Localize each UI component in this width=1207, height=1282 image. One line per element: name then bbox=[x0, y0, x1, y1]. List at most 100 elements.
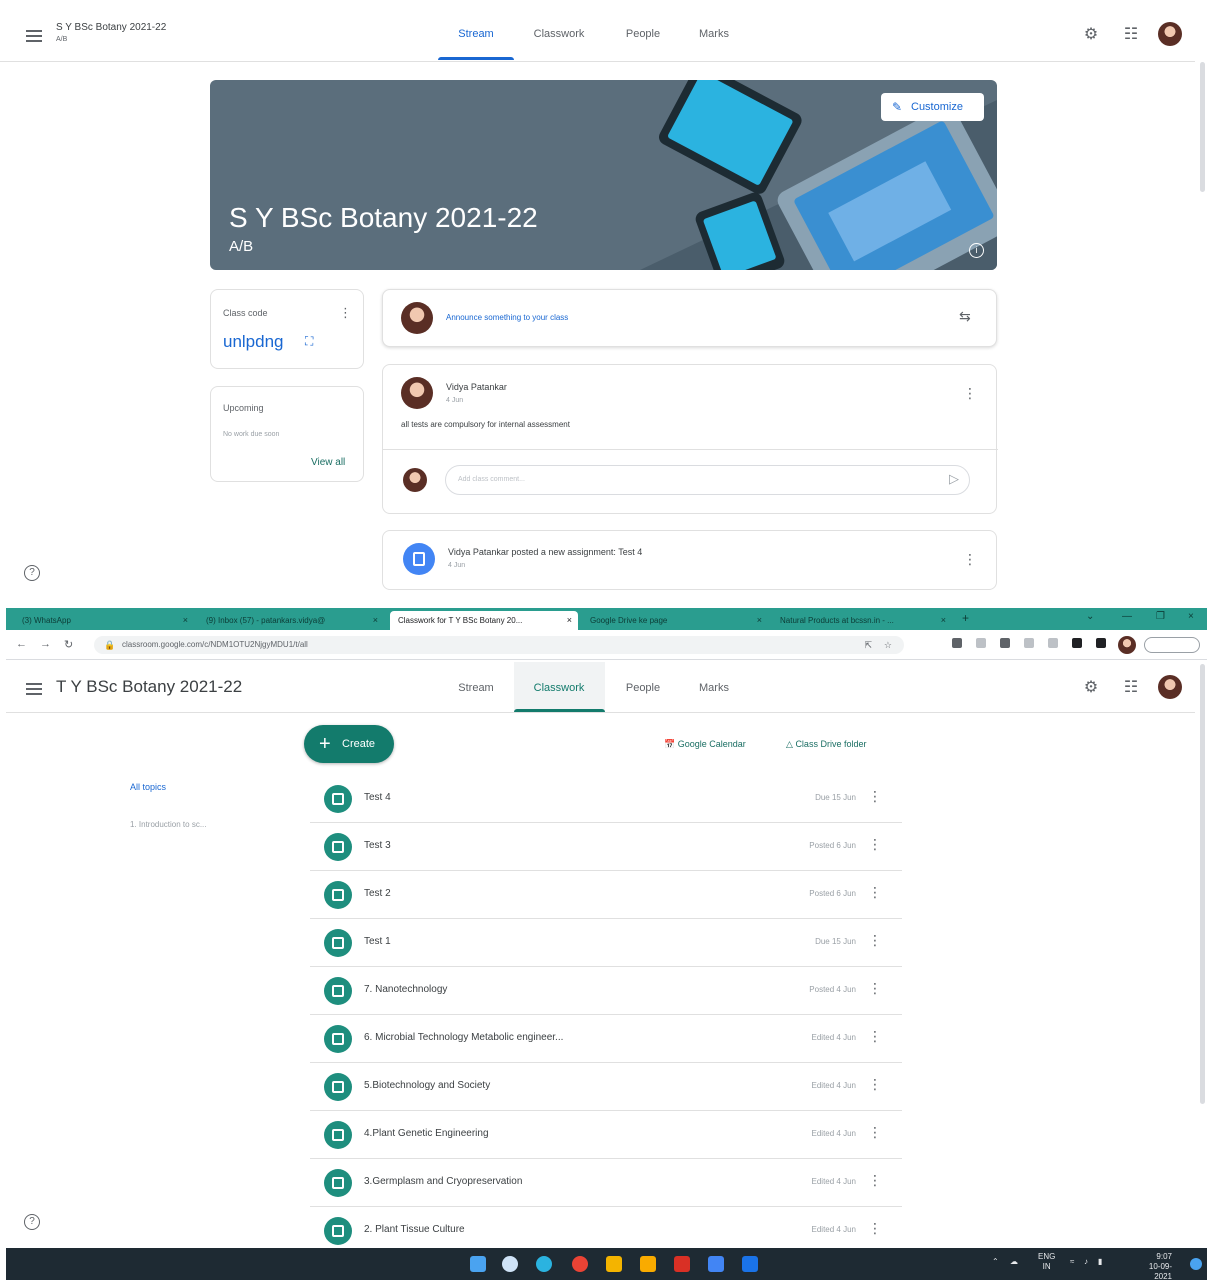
chevron-down-icon[interactable]: ⌄ bbox=[1086, 611, 1094, 622]
browser-tab[interactable]: (9) Inbox (57) - patankars.vidya@ × bbox=[198, 611, 384, 630]
send-icon[interactable]: ▷ bbox=[949, 471, 959, 487]
fullscreen-icon[interactable]: ⛶ bbox=[305, 334, 313, 349]
more-options-icon[interactable]: ⋮ bbox=[963, 551, 977, 568]
menu-icon[interactable] bbox=[26, 683, 42, 695]
tab-people[interactable]: People bbox=[618, 682, 668, 694]
apps-grid-icon[interactable]: ☷ bbox=[1122, 26, 1140, 44]
browser-tab[interactable]: Natural Products at bcssn.in - ... × bbox=[772, 611, 952, 630]
classwork-item[interactable]: 6. Microbial Technology Metabolic engine… bbox=[310, 1015, 902, 1063]
update-button[interactable] bbox=[1144, 637, 1200, 653]
assignment-post-card[interactable]: Vidya Patankar posted a new assignment: … bbox=[382, 530, 997, 590]
settings-icon[interactable]: ⚙ bbox=[1082, 679, 1100, 697]
assignment-text[interactable]: Vidya Patankar posted a new assignment: … bbox=[448, 547, 642, 557]
more-options-icon[interactable]: ⋮ bbox=[868, 884, 882, 901]
google-calendar-link[interactable]: 📅 Google Calendar bbox=[664, 739, 746, 750]
language-indicator[interactable]: ENG IN bbox=[1038, 1252, 1055, 1272]
menu-icon[interactable] bbox=[26, 30, 42, 42]
browser-tab[interactable]: Google Drive ke page × bbox=[582, 611, 768, 630]
classwork-item-title[interactable]: 6. Microbial Technology Metabolic engine… bbox=[364, 1032, 563, 1043]
tab-people[interactable]: People bbox=[618, 28, 668, 40]
tab-stream[interactable]: Stream bbox=[452, 682, 500, 694]
repost-icon[interactable]: ⇆ bbox=[959, 308, 971, 325]
chrome-icon[interactable] bbox=[572, 1256, 588, 1272]
tab-marks[interactable]: Marks bbox=[692, 28, 736, 40]
battery-icon[interactable]: ▮ bbox=[1098, 1257, 1102, 1266]
tab-classwork[interactable]: Classwork bbox=[528, 682, 590, 694]
topic-all[interactable]: All topics bbox=[130, 782, 166, 792]
store-icon[interactable] bbox=[708, 1256, 724, 1272]
back-icon[interactable]: ← bbox=[16, 638, 27, 650]
extension-icon[interactable] bbox=[1024, 638, 1034, 648]
tab-marks[interactable]: Marks bbox=[692, 682, 736, 694]
browser-tab-active[interactable]: Classwork for T Y BSc Botany 20... × bbox=[390, 611, 578, 630]
class-drive-folder-link[interactable]: △ Class Drive folder bbox=[786, 739, 866, 750]
tab-classwork[interactable]: Classwork bbox=[528, 28, 590, 40]
more-options-icon[interactable]: ⋮ bbox=[868, 1172, 882, 1189]
more-options-icon[interactable]: ⋮ bbox=[868, 788, 882, 805]
help-icon[interactable]: ? bbox=[24, 565, 40, 581]
extension-icon[interactable] bbox=[976, 638, 986, 648]
more-options-icon[interactable]: ⋮ bbox=[339, 305, 352, 321]
new-tab-icon[interactable]: + bbox=[962, 611, 969, 625]
classwork-item-title[interactable]: Test 1 bbox=[364, 936, 391, 947]
classwork-item[interactable]: Test 4 Due 15 Jun ⋮ bbox=[310, 775, 902, 823]
start-icon[interactable] bbox=[470, 1256, 486, 1272]
volume-icon[interactable]: ♪ bbox=[1084, 1257, 1088, 1266]
announce-placeholder[interactable]: Announce something to your class bbox=[446, 313, 568, 322]
classwork-item[interactable]: 4.Plant Genetic Engineering Edited 4 Jun ⋮ bbox=[310, 1111, 902, 1159]
classwork-item[interactable]: Test 3 Posted 6 Jun ⋮ bbox=[310, 823, 902, 871]
class-title[interactable]: T Y BSc Botany 2021-22 bbox=[56, 677, 242, 697]
search-icon[interactable] bbox=[502, 1256, 518, 1272]
info-icon[interactable]: i bbox=[969, 243, 984, 258]
extension-icon[interactable] bbox=[1000, 638, 1010, 648]
classwork-item-title[interactable]: 3.Germplasm and Cryopreservation bbox=[364, 1176, 522, 1187]
address-bar[interactable]: 🔒 classroom.google.com/c/NDM1OTU2NjgyMDU… bbox=[94, 636, 904, 654]
class-title-small[interactable]: S Y BSc Botany 2021-22 bbox=[56, 22, 166, 33]
classwork-item[interactable]: 7. Nanotechnology Posted 4 Jun ⋮ bbox=[310, 967, 902, 1015]
classwork-item[interactable]: Test 1 Due 15 Jun ⋮ bbox=[310, 919, 902, 967]
tab-stream[interactable]: Stream bbox=[452, 28, 500, 40]
classwork-item[interactable]: 5.Biotechnology and Society Edited 4 Jun ⋮ bbox=[310, 1063, 902, 1111]
view-all-link[interactable]: View all bbox=[311, 457, 345, 468]
forward-icon[interactable]: → bbox=[40, 638, 51, 650]
settings-icon[interactable]: ⚙ bbox=[1082, 26, 1100, 44]
avatar[interactable] bbox=[1158, 675, 1182, 699]
cloud-icon[interactable]: ☁ bbox=[1010, 1257, 1018, 1266]
minimize-icon[interactable]: — bbox=[1122, 611, 1132, 622]
more-options-icon[interactable]: ⋮ bbox=[963, 385, 977, 402]
classwork-item-title[interactable]: 4.Plant Genetic Engineering bbox=[364, 1128, 489, 1139]
announce-card[interactable]: Announce something to your class ⇆ bbox=[382, 289, 997, 347]
classwork-item-title[interactable]: Test 2 bbox=[364, 888, 391, 899]
avatar[interactable] bbox=[1158, 22, 1182, 46]
extension-icon[interactable] bbox=[952, 638, 962, 648]
classwork-item-title[interactable]: Test 4 bbox=[364, 792, 391, 803]
pdf-icon[interactable] bbox=[674, 1256, 690, 1272]
edge-icon[interactable] bbox=[536, 1256, 552, 1272]
create-button[interactable]: + Create bbox=[304, 725, 394, 763]
classwork-item-title[interactable]: 7. Nanotechnology bbox=[364, 984, 447, 995]
extension-icon[interactable] bbox=[1048, 638, 1058, 648]
close-window-icon[interactable]: × bbox=[1188, 611, 1194, 622]
clock[interactable]: 9:07 10-09-2021 bbox=[1132, 1252, 1172, 1282]
share-icon[interactable]: ⇱ bbox=[864, 636, 872, 654]
apps-grid-icon[interactable]: ☷ bbox=[1122, 679, 1140, 697]
scrollbar[interactable] bbox=[1200, 62, 1205, 192]
tray-chevron-icon[interactable]: ⌃ bbox=[992, 1257, 999, 1266]
classwork-item[interactable]: Test 2 Posted 6 Jun ⋮ bbox=[310, 871, 902, 919]
scrollbar[interactable] bbox=[1200, 664, 1205, 1104]
profile-avatar[interactable] bbox=[1118, 636, 1136, 654]
notification-icon[interactable] bbox=[1190, 1258, 1202, 1270]
more-options-icon[interactable]: ⋮ bbox=[868, 932, 882, 949]
browser-tab[interactable]: (3) WhatsApp × bbox=[14, 611, 194, 630]
classwork-item[interactable]: 3.Germplasm and Cryopreservation Edited 4… bbox=[310, 1159, 902, 1207]
restore-icon[interactable]: ❐ bbox=[1156, 611, 1165, 622]
classwork-item-title[interactable]: 5.Biotechnology and Society bbox=[364, 1080, 490, 1091]
help-icon[interactable]: ? bbox=[24, 1214, 40, 1230]
customize-button[interactable]: ✎ Customize bbox=[881, 93, 984, 121]
reload-icon[interactable]: ↻ bbox=[64, 638, 73, 651]
file-explorer-icon[interactable] bbox=[640, 1256, 656, 1272]
more-options-icon[interactable]: ⋮ bbox=[868, 1076, 882, 1093]
more-options-icon[interactable]: ⋮ bbox=[868, 1124, 882, 1141]
more-options-icon[interactable]: ⋮ bbox=[868, 980, 882, 997]
puzzle-icon[interactable] bbox=[1072, 638, 1082, 648]
